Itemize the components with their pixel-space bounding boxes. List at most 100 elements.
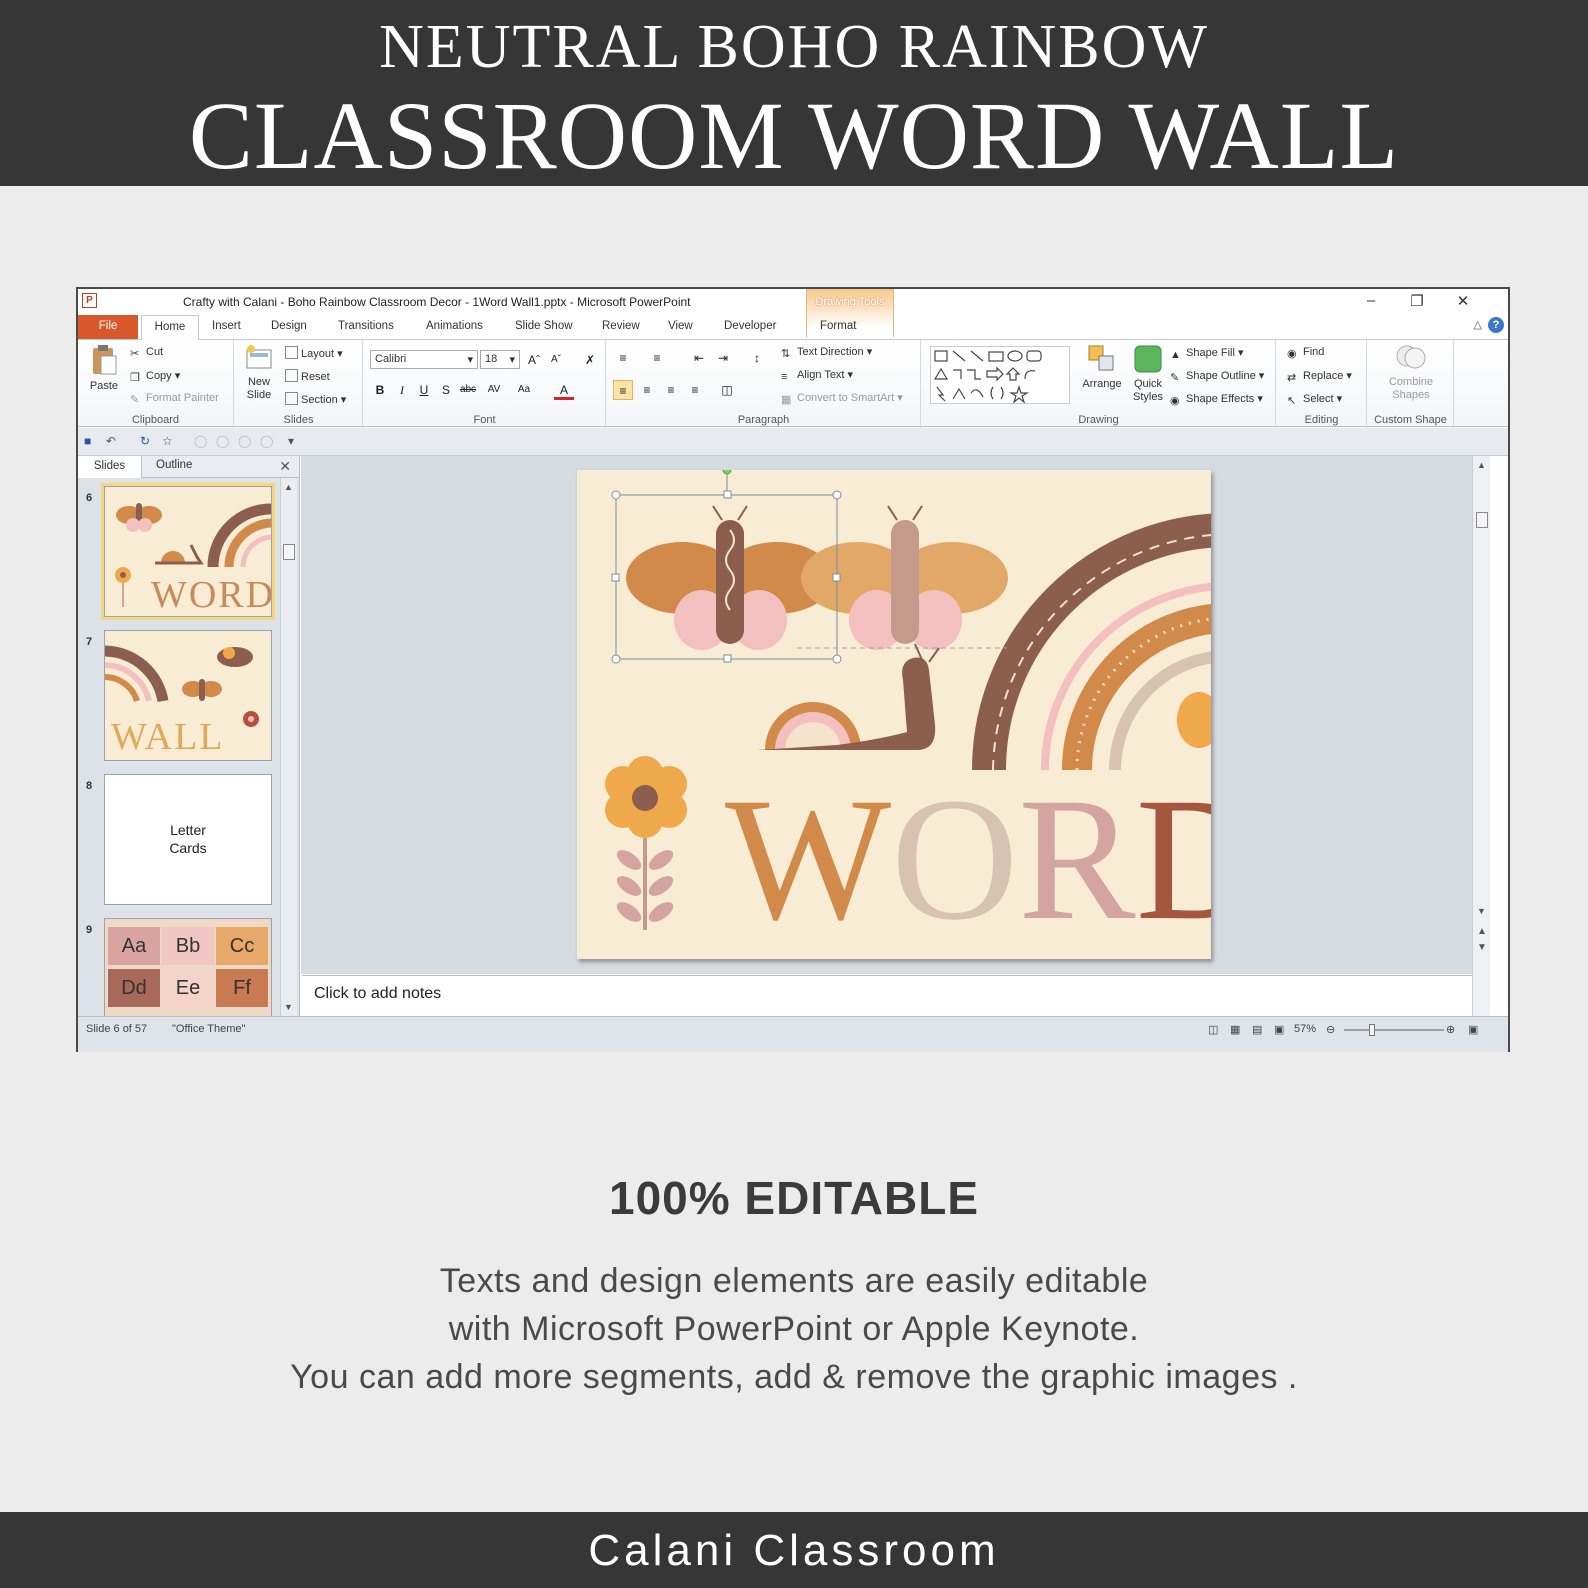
layout-button[interactable]: Layout ▾ xyxy=(285,346,343,360)
fit-to-window-icon[interactable]: ▣ xyxy=(1468,1023,1478,1036)
align-text-button[interactable]: ≡ Align Text ▾ xyxy=(781,368,853,384)
tab-transitions[interactable]: Transitions xyxy=(338,320,394,332)
increase-indent-icon[interactable]: ⇥ xyxy=(713,348,733,368)
shape-effects-button[interactable]: ◉ Shape Effects ▾ xyxy=(1170,392,1263,407)
text-direction-button[interactable]: ⇅ Text Direction ▾ xyxy=(781,345,872,360)
close-panel-icon[interactable]: ✕ xyxy=(279,458,291,475)
justify-icon[interactable]: ≡ xyxy=(685,380,705,400)
font-color-button[interactable]: A xyxy=(554,380,574,400)
columns-icon[interactable]: ◫ xyxy=(717,380,737,400)
previous-slide-icon[interactable]: ▲ xyxy=(1477,926,1487,937)
section-button[interactable]: Section ▾ xyxy=(285,392,346,406)
tab-developer[interactable]: Developer xyxy=(724,320,776,332)
tab-outline[interactable]: Outline xyxy=(156,459,192,471)
slide-thumbnail-9[interactable]: 9 Aa Bb Cc Dd Ee Ff xyxy=(82,918,278,1016)
zoom-in-icon[interactable]: ⊕ xyxy=(1446,1023,1455,1036)
shapes-gallery[interactable] xyxy=(930,346,1070,404)
zoom-slider-thumb[interactable] xyxy=(1369,1024,1375,1036)
star-icon[interactable]: ☆ xyxy=(162,434,173,448)
font-name-combo[interactable]: Calibri ▾ xyxy=(370,350,478,369)
tab-insert[interactable]: Insert xyxy=(212,320,241,332)
slide-word[interactable]: WORD xyxy=(725,770,1211,950)
notes-pane[interactable]: Click to add notes xyxy=(302,975,1472,1015)
strikethrough-button[interactable]: abc xyxy=(458,380,478,400)
shape-fill-button[interactable]: ▲ Shape Fill ▾ xyxy=(1170,346,1244,362)
next-slide-icon[interactable]: ▼ xyxy=(1477,942,1487,953)
slide-thumbnail-7[interactable]: 7 WALL xyxy=(82,630,278,764)
scroll-down-icon[interactable]: ▼ xyxy=(284,1002,293,1012)
tab-view[interactable]: View xyxy=(668,320,693,332)
scroll-thumb[interactable] xyxy=(283,544,295,560)
reading-view-icon[interactable]: ▤ xyxy=(1252,1023,1262,1036)
align-right-icon[interactable]: ≡ xyxy=(661,380,681,400)
zoom-out-icon[interactable]: ⊖ xyxy=(1326,1023,1335,1036)
paste-button[interactable]: Paste xyxy=(86,344,122,393)
quick-styles-button[interactable]: Quick Styles xyxy=(1126,344,1170,404)
minimize-ribbon-icon[interactable]: △ xyxy=(1474,318,1482,331)
underline-button[interactable]: U xyxy=(414,380,434,400)
panel-scrollbar[interactable]: ▲ ▼ xyxy=(280,478,297,1016)
find-button[interactable]: ◉ Find xyxy=(1287,346,1324,360)
shape-outline-button[interactable]: ✎ Shape Outline ▾ xyxy=(1170,369,1264,384)
save-icon[interactable]: ■ xyxy=(84,434,91,448)
combine-shapes-button[interactable]: Combine Shapes xyxy=(1376,342,1446,402)
shadow-button[interactable]: S xyxy=(436,380,456,400)
redo-icon[interactable]: ↻ xyxy=(140,434,150,448)
tab-design[interactable]: Design xyxy=(271,320,307,332)
slide-sorter-icon[interactable]: ▦ xyxy=(1230,1023,1240,1036)
customize-toolbar-icon[interactable]: ▾ xyxy=(288,434,294,448)
tab-home[interactable]: Home xyxy=(141,315,199,340)
shape-subtract-icon[interactable]: ◯ xyxy=(260,434,273,448)
new-slide-button[interactable]: New Slide xyxy=(239,344,279,402)
scroll-down-icon[interactable]: ▼ xyxy=(1477,906,1486,916)
shape-union-icon[interactable]: ◯ xyxy=(194,434,207,448)
undo-icon[interactable]: ↶ xyxy=(106,434,116,448)
grow-font-button[interactable]: Aˆ xyxy=(524,350,544,370)
scroll-thumb[interactable] xyxy=(1476,512,1488,528)
zoom-level[interactable]: 57% xyxy=(1294,1023,1316,1035)
current-slide[interactable]: WORD xyxy=(577,470,1211,959)
slide-show-icon[interactable]: ▣ xyxy=(1274,1023,1284,1036)
slide-thumbnail-6[interactable]: 6 WORD xyxy=(82,483,278,620)
numbering-icon[interactable]: ≡ xyxy=(647,348,667,368)
tab-file[interactable]: File xyxy=(78,315,138,339)
change-case-button[interactable]: Aa xyxy=(514,380,534,400)
line-spacing-icon[interactable]: ↕ xyxy=(747,348,767,368)
replace-button[interactable]: ⇄ Replace ▾ xyxy=(1287,369,1352,384)
close-button[interactable]: ✕ xyxy=(1440,292,1486,310)
decrease-indent-icon[interactable]: ⇤ xyxy=(689,348,709,368)
editor-scrollbar[interactable]: ▲ ▼ ▲ ▼ xyxy=(1472,456,1490,1016)
cut-button[interactable]: ✂ Cut xyxy=(130,346,163,360)
convert-smartart-button[interactable]: ▦ Convert to SmartArt ▾ xyxy=(781,391,903,406)
minimize-button[interactable]: – xyxy=(1348,292,1394,309)
zoom-slider[interactable] xyxy=(1344,1024,1444,1036)
restore-button[interactable]: ❐ xyxy=(1394,292,1440,310)
tab-slide-show[interactable]: Slide Show xyxy=(515,320,573,332)
scroll-up-icon[interactable]: ▲ xyxy=(284,482,293,492)
powerpoint-app-icon[interactable]: P xyxy=(82,293,97,308)
italic-button[interactable]: I xyxy=(392,380,412,400)
shrink-font-button[interactable]: Aˇ xyxy=(546,350,566,370)
copy-button[interactable]: ❐ Copy ▾ xyxy=(130,369,180,384)
shape-combine-icon[interactable]: ◯ xyxy=(216,434,229,448)
align-center-icon[interactable]: ≡ xyxy=(637,380,657,400)
tab-animations[interactable]: Animations xyxy=(426,320,483,332)
normal-view-icon[interactable]: ◫ xyxy=(1208,1023,1218,1036)
reset-button[interactable]: Reset xyxy=(285,369,330,383)
clear-formatting-icon[interactable]: ✗ xyxy=(580,350,600,370)
shape-intersect-icon[interactable]: ◯ xyxy=(238,434,251,448)
help-icon[interactable]: ? xyxy=(1488,317,1504,333)
arrange-button[interactable]: Arrange xyxy=(1078,344,1126,391)
align-left-icon[interactable]: ≡ xyxy=(613,380,633,400)
scroll-up-icon[interactable]: ▲ xyxy=(1477,460,1486,470)
bullets-icon[interactable]: ≡ xyxy=(613,348,633,368)
font-size-combo[interactable]: 18 ▾ xyxy=(480,350,520,369)
bold-button[interactable]: B xyxy=(370,380,390,400)
slide-thumbnail-8[interactable]: 8 Letter Cards xyxy=(82,774,278,908)
tab-format[interactable]: Format xyxy=(820,320,856,332)
tab-review[interactable]: Review xyxy=(602,320,640,332)
character-spacing-button[interactable]: AV xyxy=(484,380,504,400)
tab-slides[interactable]: Slides xyxy=(78,456,142,478)
format-painter-button[interactable]: ✎ Format Painter xyxy=(130,392,219,406)
select-button[interactable]: ↖ Select ▾ xyxy=(1287,392,1342,407)
